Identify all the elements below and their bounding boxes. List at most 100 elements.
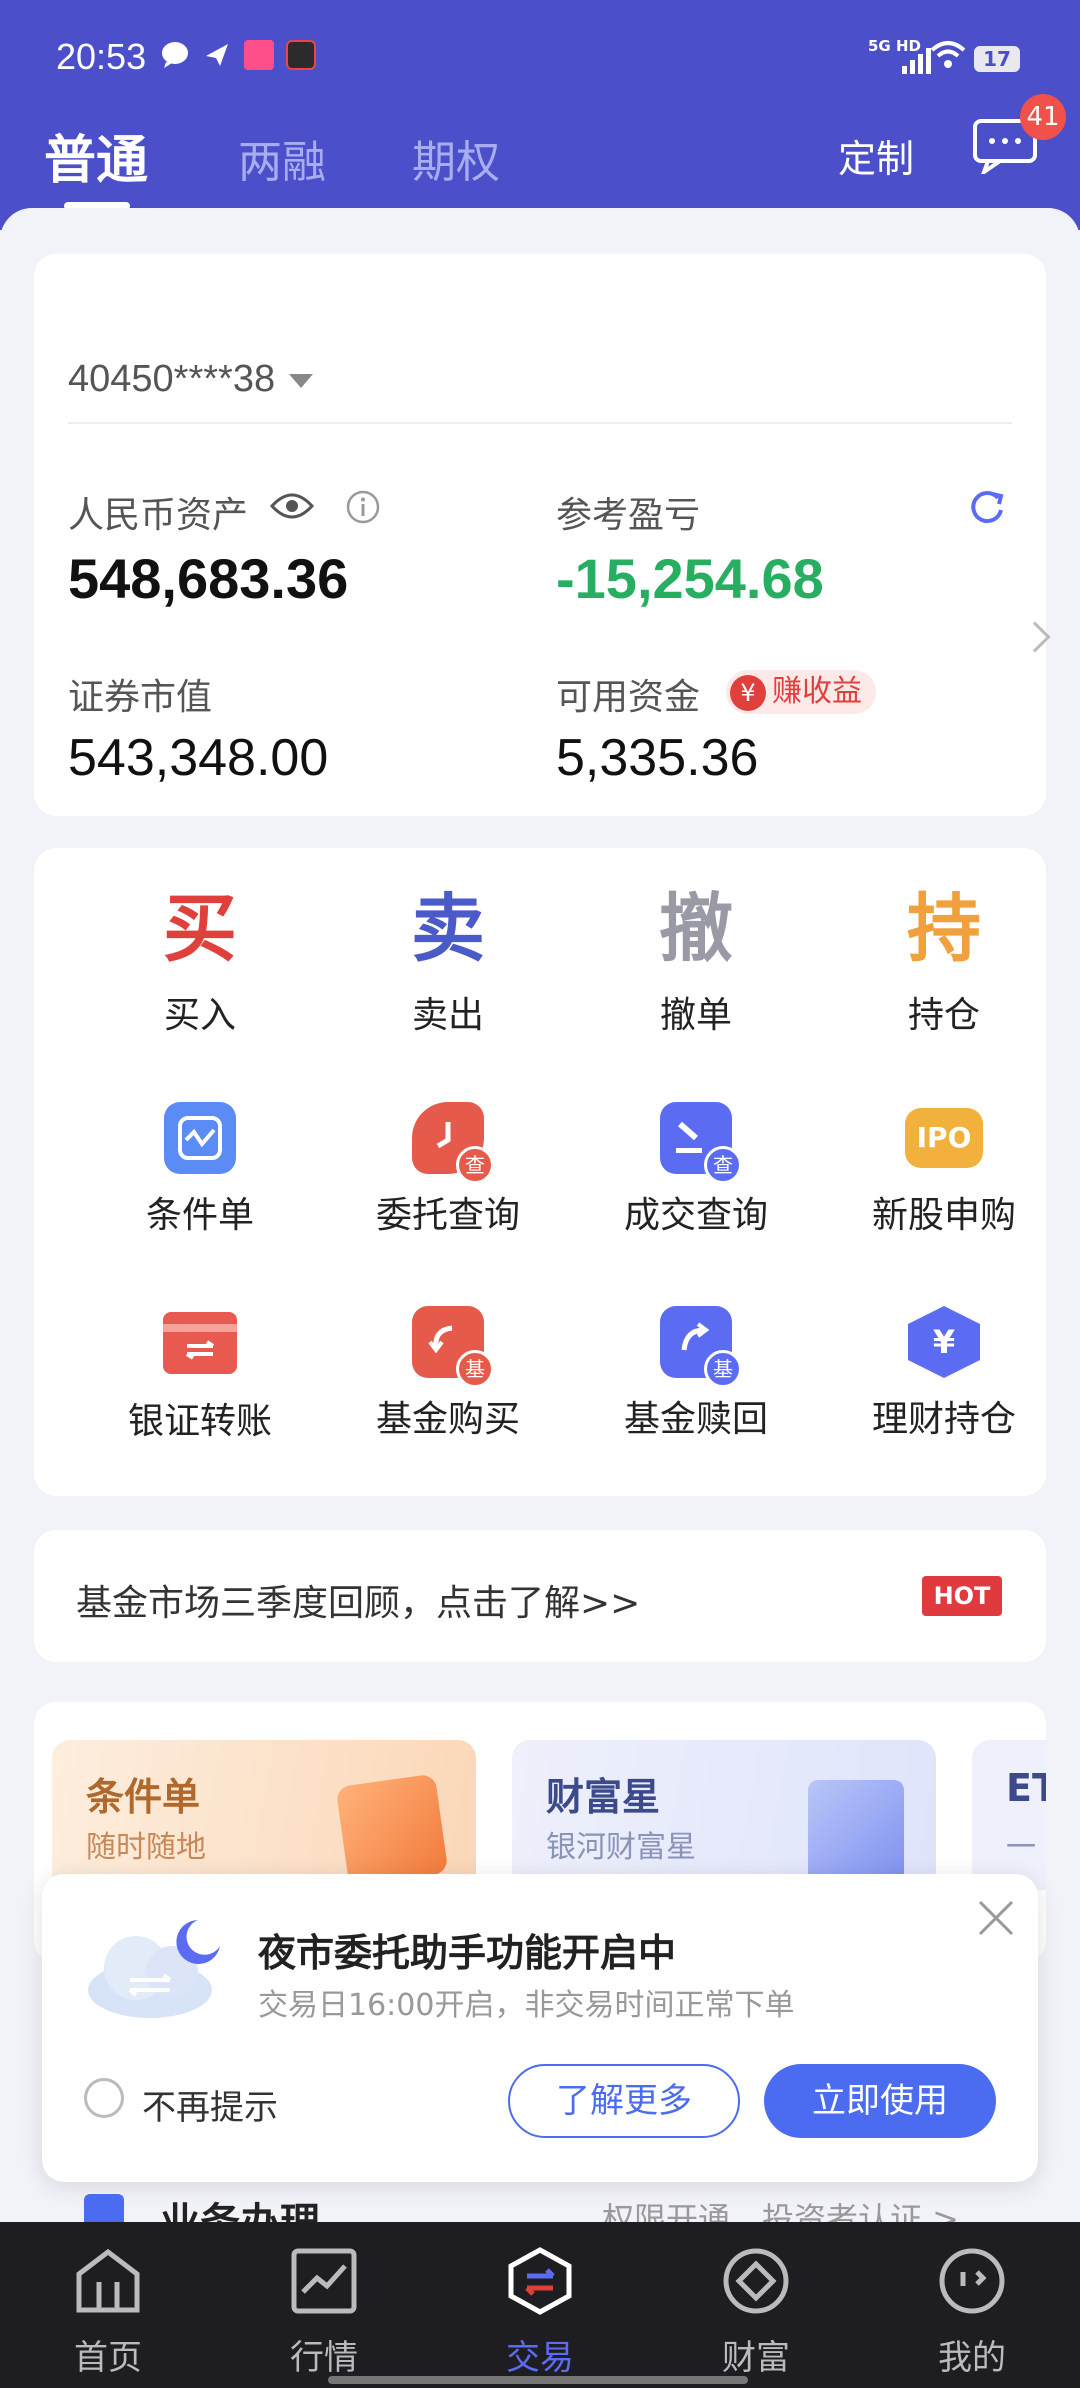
fund-review-banner[interactable]: 基金市场三季度回顾，点击了解>> HOT [34, 1530, 1046, 1662]
positions-label: 持仓 [907, 995, 980, 1036]
deal-query-button[interactable]: 查 成交查询 [576, 1102, 816, 1238]
cancel-label: 撤单 [659, 995, 732, 1036]
app-notification-icon [244, 40, 274, 70]
market-icon [291, 2248, 357, 2314]
tab-normal[interactable]: 普通 [44, 118, 148, 193]
eye-icon[interactable] [270, 490, 314, 522]
home-icon [76, 2248, 140, 2313]
close-icon[interactable] [974, 1896, 1018, 1940]
asset-card: 40450****38 人民币资产 548,683.36 参考盈亏 -15,25… [34, 254, 1051, 816]
message-count-badge: 41 [1020, 94, 1066, 140]
dropdown-caret-icon [289, 373, 314, 388]
market-value-value: 543,348.00 [68, 729, 329, 787]
buy-button[interactable]: 买 买入 [80, 884, 320, 1038]
bank-transfer-label: 银证转账 [127, 1401, 272, 1442]
business-icon [84, 2194, 124, 2224]
sell-button[interactable]: 卖 卖出 [328, 884, 568, 1038]
fund-redeem-button[interactable]: 基 基金赎回 [576, 1306, 816, 1442]
deal-query-label: 成交查询 [623, 1195, 768, 1236]
bank-transfer-icon [163, 1312, 237, 1374]
night-order-popup: 夜市委托助手功能开启中 交易日16:00开启，非交易时间正常下单 不再提示 了解… [42, 1874, 1038, 2182]
promo-card-etf[interactable]: ET 一 [972, 1740, 1046, 1890]
nav-profile-label: 我的 [938, 2338, 1006, 2378]
fund-buy-button[interactable]: 基 基金购买 [328, 1306, 568, 1442]
nav-profile[interactable]: 我的 [902, 2246, 1042, 2379]
nav-home[interactable]: 首页 [38, 2246, 178, 2379]
fund-sub-badge: 基 [704, 1350, 742, 1388]
nav-wealth-label: 财富 [722, 2338, 790, 2378]
business-links: 权限开通、投资者认证 > [602, 2200, 959, 2224]
ref-pnl-value: -15,254.68 [556, 547, 824, 610]
wealth-holding-button[interactable]: ¥ 理财持仓 [824, 1306, 1064, 1442]
positions-button[interactable]: 持 持仓 [824, 884, 1064, 1038]
cancel-order-button[interactable]: 撤 撤单 [576, 884, 816, 1038]
condition-order-icon [164, 1102, 236, 1174]
market-value-label: 证券市值 [68, 677, 213, 718]
deal-query-icon: 查 [660, 1102, 742, 1184]
order-query-button[interactable]: 查 委托查询 [328, 1102, 568, 1238]
promo-card-wealth-star[interactable]: 财富星 银河财富星 [512, 1740, 936, 1890]
banner-text: 基金市场三季度回顾，点击了解>> [76, 1583, 641, 1624]
chat-notification-icon [162, 42, 188, 68]
business-section[interactable]: 业务办理 权限开通、投资者认证 > [0, 2180, 1080, 2224]
no-remind-checkbox[interactable] [84, 2078, 124, 2118]
bank-transfer-button[interactable]: 银证转账 [80, 1306, 320, 1444]
promo-subtitle: 银河财富星 [546, 1830, 696, 1865]
home-indicator[interactable] [328, 2376, 748, 2384]
wealth-holding-label: 理财持仓 [871, 1399, 1016, 1440]
customize-button[interactable]: 定制 [838, 128, 914, 183]
bottom-navigation: 首页 行情 交易 财富 我的 [0, 2222, 1080, 2388]
account-id: 40450****38 [68, 358, 276, 400]
business-title: 业务办理 [160, 2200, 320, 2224]
buy-label: 买入 [163, 995, 236, 1036]
cancel-char-icon: 撤 [659, 886, 733, 972]
refresh-icon[interactable] [968, 488, 1006, 526]
fund-buy-icon: 基 [412, 1306, 494, 1388]
tab-margin[interactable]: 两融 [238, 126, 326, 190]
rmb-assets-label: 人民币资产 [68, 495, 249, 536]
fund-sub-badge: 基 [456, 1350, 494, 1388]
info-icon[interactable] [346, 490, 380, 524]
promo-card-condition[interactable]: 条件单 随时随地 [52, 1740, 476, 1890]
wealth-icon [723, 2248, 789, 2314]
cloud-moon-icon [88, 1920, 220, 2018]
ipo-icon: IPO [905, 1108, 983, 1168]
earn-tag-label: 赚收益 [772, 674, 862, 709]
wealth-holding-icon: ¥ [908, 1306, 980, 1378]
promo-title: ET [1006, 1766, 1046, 1810]
popup-subtitle: 交易日16:00开启，非交易时间正常下单 [258, 1988, 795, 2023]
nav-market[interactable]: 行情 [254, 2246, 394, 2379]
trade-icon [508, 2247, 572, 2315]
no-remind-label[interactable]: 不再提示 [142, 2080, 278, 2129]
use-now-button[interactable]: 立即使用 [764, 2064, 996, 2138]
query-sub-badge: 查 [456, 1146, 494, 1184]
status-time: 20:53 [56, 36, 147, 77]
ai-illustration-icon [335, 1773, 449, 1887]
nav-trade[interactable]: 交易 [470, 2246, 610, 2379]
promo-subtitle: 一 [1006, 1830, 1036, 1865]
earn-income-tag[interactable]: ¥ 赚收益 [726, 670, 876, 714]
tab-options[interactable]: 期权 [412, 126, 500, 190]
wifi-icon [930, 41, 966, 68]
hot-badge: HOT [922, 1576, 1002, 1616]
available-funds-value: 5,335.36 [556, 729, 759, 787]
available-funds-label: 可用资金 [556, 677, 701, 718]
promo-subtitle: 随时随地 [86, 1830, 206, 1865]
positions-char-icon: 持 [907, 886, 981, 972]
sell-char-icon: 卖 [411, 886, 485, 972]
fund-redeem-label: 基金赎回 [623, 1399, 768, 1440]
promo-title: 财富星 [546, 1775, 661, 1819]
chevron-right-icon[interactable] [1019, 621, 1051, 653]
ipo-subscription-button[interactable]: IPO 新股申购 [824, 1102, 1064, 1238]
condition-order-label: 条件单 [145, 1195, 254, 1236]
order-query-label: 委托查询 [375, 1195, 520, 1236]
ref-pnl-label: 参考盈亏 [556, 495, 701, 536]
nav-wealth[interactable]: 财富 [686, 2246, 826, 2379]
account-selector[interactable]: 40450****38 [68, 358, 314, 401]
learn-more-button[interactable]: 了解更多 [508, 2064, 740, 2138]
status-bar: 20:53 5G HD 17 [0, 0, 1080, 118]
sell-label: 卖出 [411, 995, 484, 1036]
profile-icon [939, 2248, 1005, 2314]
app-header: 20:53 5G HD 17 普通 两融 期权 定制 41 [0, 0, 1080, 230]
condition-order-button[interactable]: 条件单 [80, 1102, 320, 1238]
